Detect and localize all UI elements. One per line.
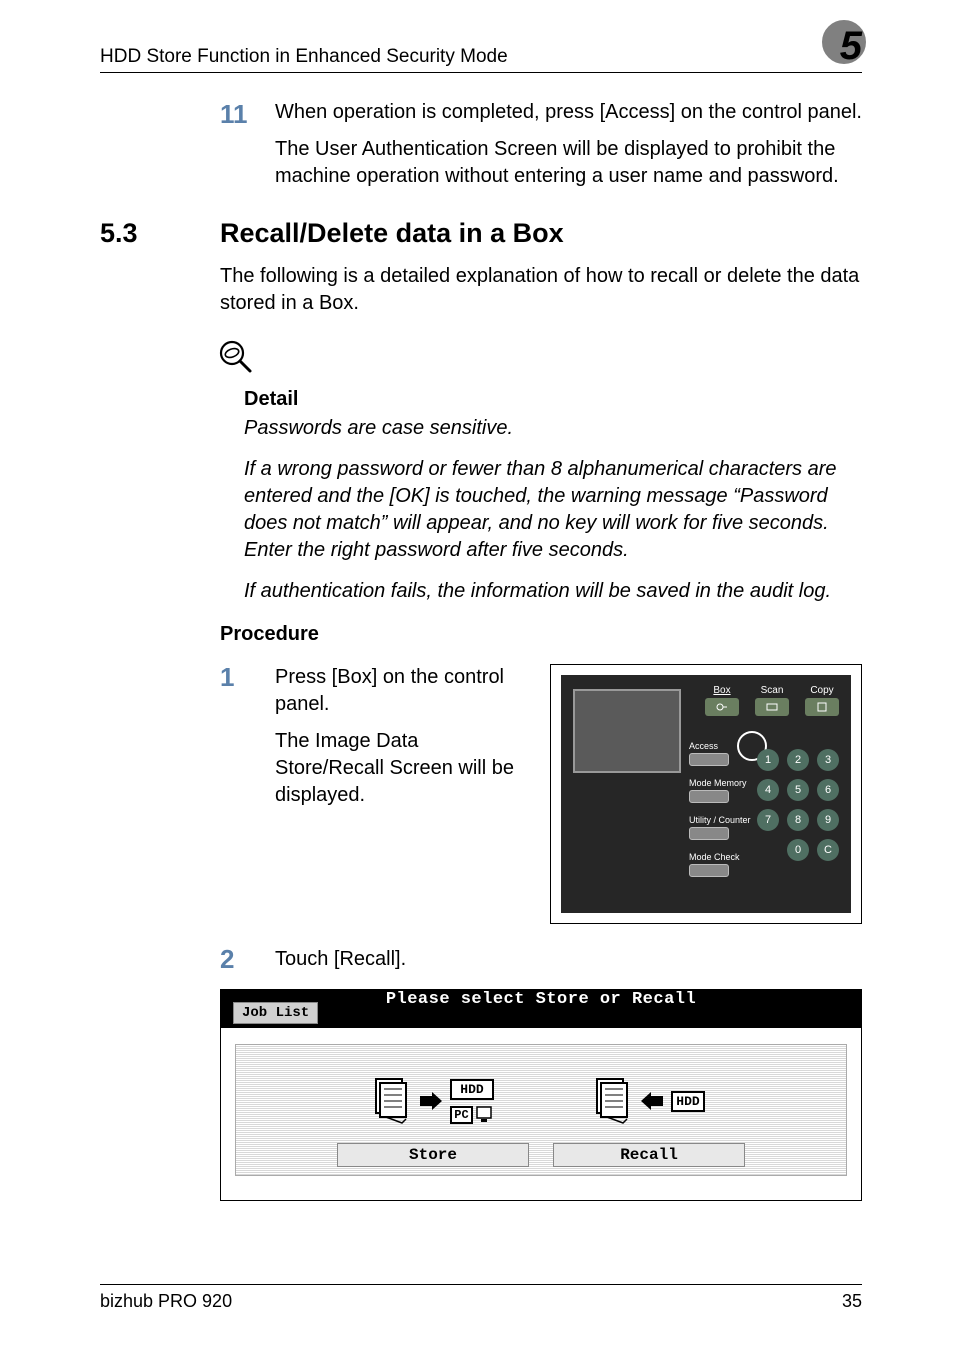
step-text: Press [Box] on the control panel. [275,664,528,718]
control-panel-figure: Box Scan Copy [550,664,862,924]
access-label: Access [689,741,718,751]
section-intro: The following is a detailed explanation … [220,263,862,317]
step-11: 11 When operation is completed, press [A… [220,99,862,190]
recall-icon: HDD [553,1063,745,1139]
step-text: Touch [Recall]. [275,946,406,973]
panel-tabs: Box Scan Copy [695,685,839,716]
section-title: Recall/Delete data in a Box [220,218,564,249]
mode-memory-button[interactable] [689,790,729,803]
section-number: 5.3 [100,218,220,249]
tab-scan[interactable]: Scan [755,685,789,716]
tab-copy[interactable]: Copy [805,685,839,716]
touchscreen-figure: Job List Please select Store or Recall H… [220,989,862,1201]
page-footer: bizhub PRO 920 35 [100,1284,862,1312]
keypad-key-clear[interactable]: C [817,839,839,861]
touchscreen-title: Please select Store or Recall [386,990,696,1009]
arrow-right-icon [420,1092,442,1110]
tab-box[interactable]: Box [705,685,739,716]
step-number: 2 [220,946,275,973]
keypad-key[interactable]: 1 [757,749,779,771]
detail-block: Detail Passwords are case sensitive. If … [244,388,862,605]
touchscreen-options: HDD PC Store [235,1044,847,1176]
step-subtext: The Image Data Store/Recall Screen will … [275,728,528,809]
step-line: The User Authentication Screen will be d… [275,136,862,190]
hdd-label: HDD [450,1079,493,1100]
job-list-button[interactable]: Job List [233,1002,318,1024]
access-button-group: Access [689,741,751,766]
content-area: 11 When operation is completed, press [A… [220,99,862,1201]
mode-memory-group: Mode Memory [689,778,751,803]
detail-heading: Detail [244,388,862,411]
step-text-column: Press [Box] on the control panel. The Im… [275,664,528,809]
recall-button-label: Recall [553,1143,745,1167]
panel-screen [573,689,681,773]
arrow-left-icon [641,1092,663,1110]
mode-memory-label: Mode Memory [689,778,747,788]
page-header: HDD Store Function in Enhanced Security … [100,30,862,73]
store-icon: HDD PC [337,1063,529,1139]
keypad-key[interactable]: 5 [787,779,809,801]
detail-paragraph: If a wrong password or fewer than 8 alph… [244,456,862,564]
copy-icon [805,698,839,716]
step-line: When operation is completed, press [Acce… [275,99,862,126]
panel-labels: Access Mode Memory Utility / Counter [689,741,751,889]
recall-option[interactable]: HDD Recall [553,1063,745,1167]
chapter-number: 5 [840,24,862,69]
magnifier-icon [216,337,862,382]
manual-page: HDD Store Function in Enhanced Security … [0,0,954,1352]
keypad-key[interactable]: 8 [787,809,809,831]
footer-model: bizhub PRO 920 [100,1291,232,1312]
pc-label: PC [450,1106,472,1124]
procedure-step-1: 1 Press [Box] on the control panel. The … [220,664,862,924]
procedure-step-2: 2 Touch [Recall]. [220,946,862,973]
detail-paragraph: If authentication fails, the information… [244,578,862,605]
keypad-key[interactable]: 0 [787,839,809,861]
step-text: When operation is completed, press [Acce… [275,99,862,190]
hdd-label: HDD [671,1091,704,1112]
keypad-key[interactable]: 6 [817,779,839,801]
numeric-keypad: 1 2 3 4 5 6 7 8 9 0 C [757,749,839,861]
scan-icon [755,698,789,716]
monitor-icon [476,1106,494,1124]
tab-label: Box [713,685,730,696]
header-title: HDD Store Function in Enhanced Security … [100,46,508,68]
keypad-key[interactable]: 3 [817,749,839,771]
mode-check-label: Mode Check [689,852,740,862]
detail-paragraph: Passwords are case sensitive. [244,415,862,442]
tab-label: Scan [761,685,784,696]
access-button[interactable] [689,753,729,766]
chapter-badge: 5 [824,30,862,68]
keypad-key[interactable]: 9 [817,809,839,831]
procedure-heading: Procedure [220,623,862,646]
store-option[interactable]: HDD PC Store [337,1063,529,1167]
box-icon [705,698,739,716]
section-heading: 5.3 Recall/Delete data in a Box [100,218,862,249]
tab-label: Copy [810,685,833,696]
keypad-key[interactable]: 7 [757,809,779,831]
mode-check-group: Mode Check [689,852,751,877]
step-number: 11 [220,99,275,190]
keypad-key[interactable]: 4 [757,779,779,801]
footer-page-number: 35 [842,1291,862,1312]
keypad-key[interactable]: 2 [787,749,809,771]
step-number: 1 [220,664,275,924]
utility-counter-group: Utility / Counter [689,815,751,840]
store-button-label: Store [337,1143,529,1167]
mode-check-button[interactable] [689,864,729,877]
utility-counter-button[interactable] [689,827,729,840]
touchscreen-header: Job List Please select Store or Recall [221,990,861,1028]
utility-counter-label: Utility / Counter [689,815,751,825]
